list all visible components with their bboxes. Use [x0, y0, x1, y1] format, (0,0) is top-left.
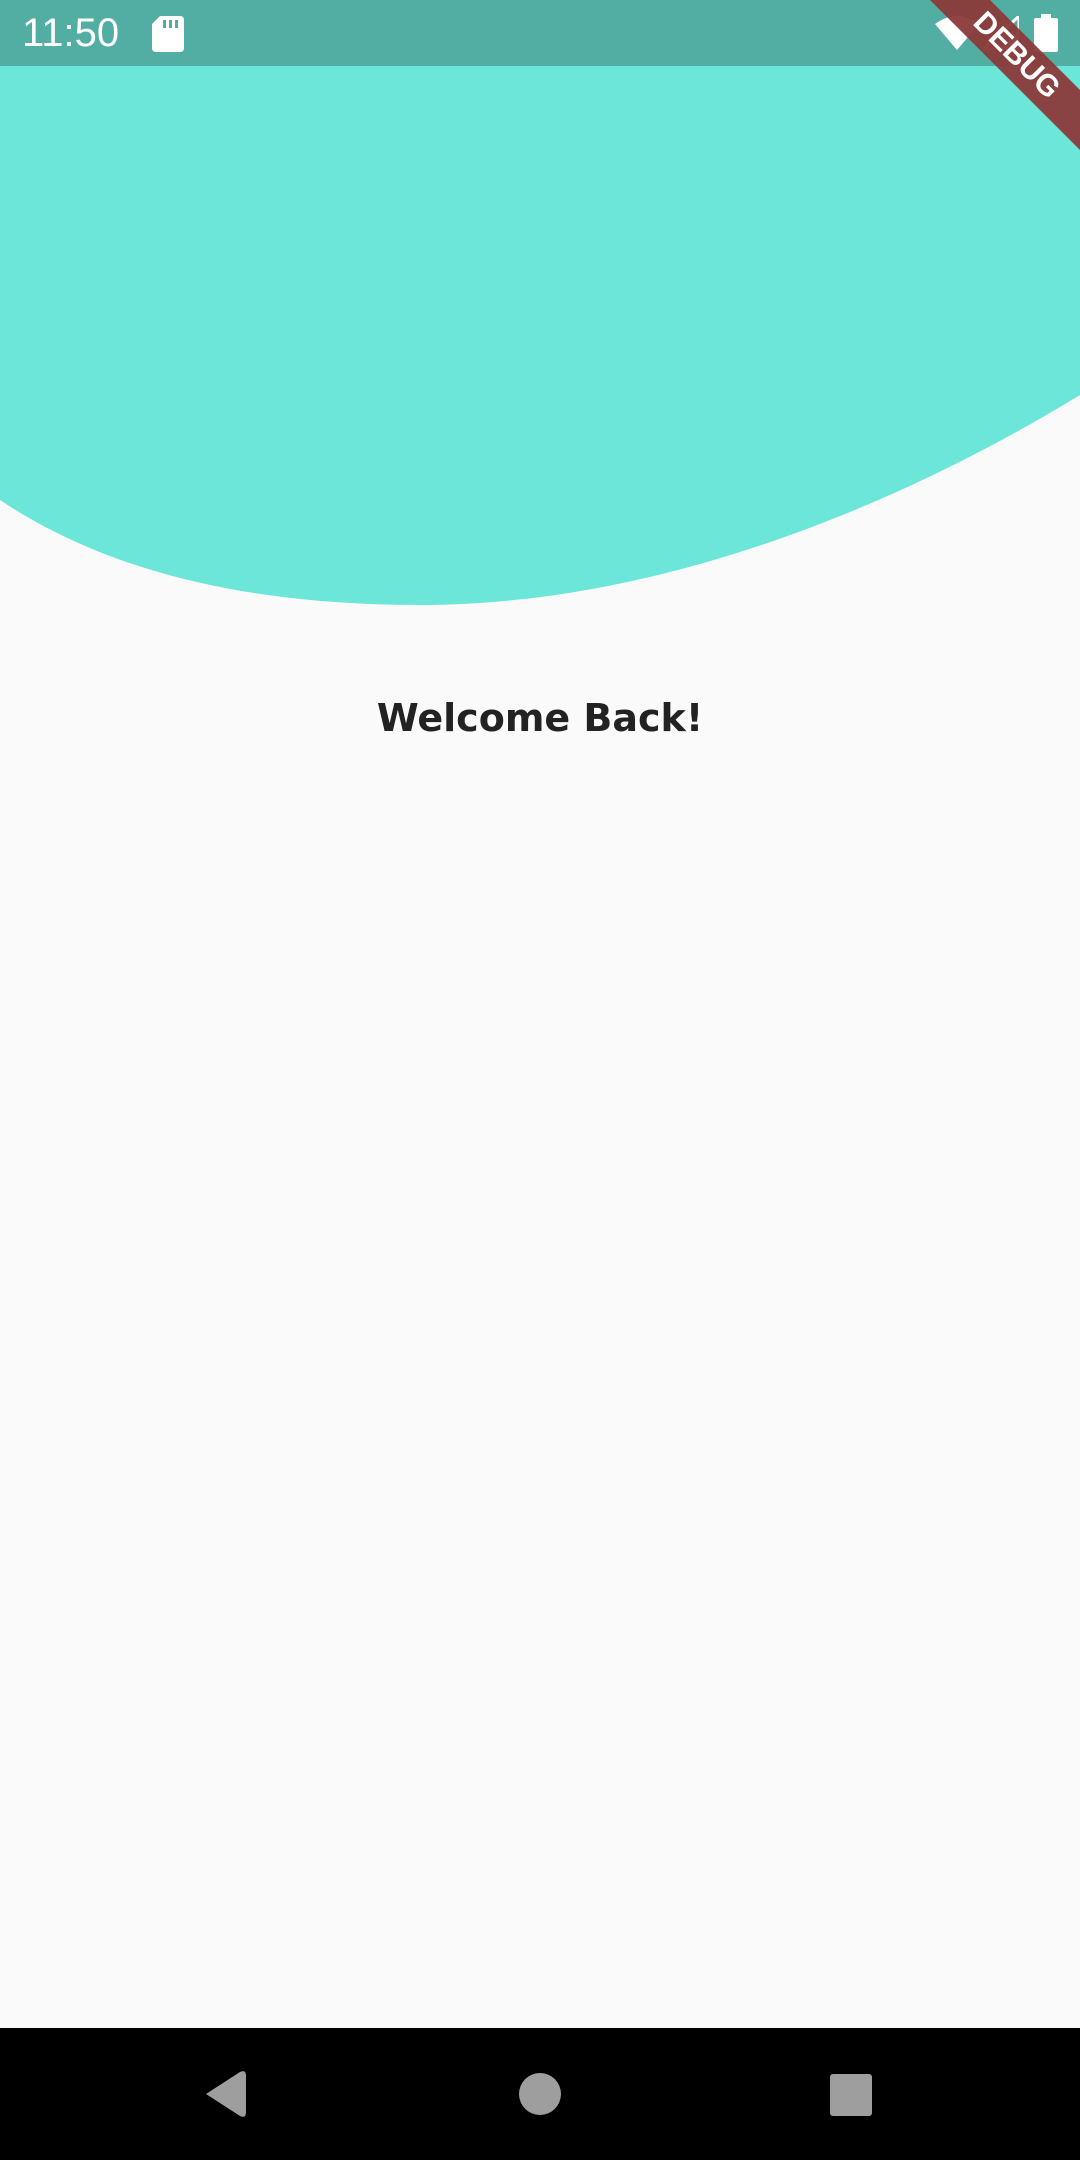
home-circle-icon	[519, 2073, 561, 2115]
navigation-bar	[0, 2028, 1080, 2160]
status-time: 11:50	[22, 11, 120, 55]
back-button[interactable]	[194, 2062, 258, 2126]
recents-square-icon	[830, 2074, 872, 2116]
sd-card-icon	[152, 16, 184, 52]
header-wave-shape	[0, 0, 1080, 605]
status-bar: 11:50	[0, 0, 1080, 66]
header-wave	[0, 0, 1080, 605]
wifi-icon	[935, 16, 979, 50]
recents-button[interactable]	[818, 2062, 882, 2126]
welcome-title: Welcome Back!	[376, 696, 704, 740]
back-triangle-icon	[206, 2071, 246, 2117]
cellular-signal-icon	[983, 16, 1019, 50]
home-button[interactable]	[508, 2062, 572, 2126]
battery-icon	[1034, 14, 1058, 52]
